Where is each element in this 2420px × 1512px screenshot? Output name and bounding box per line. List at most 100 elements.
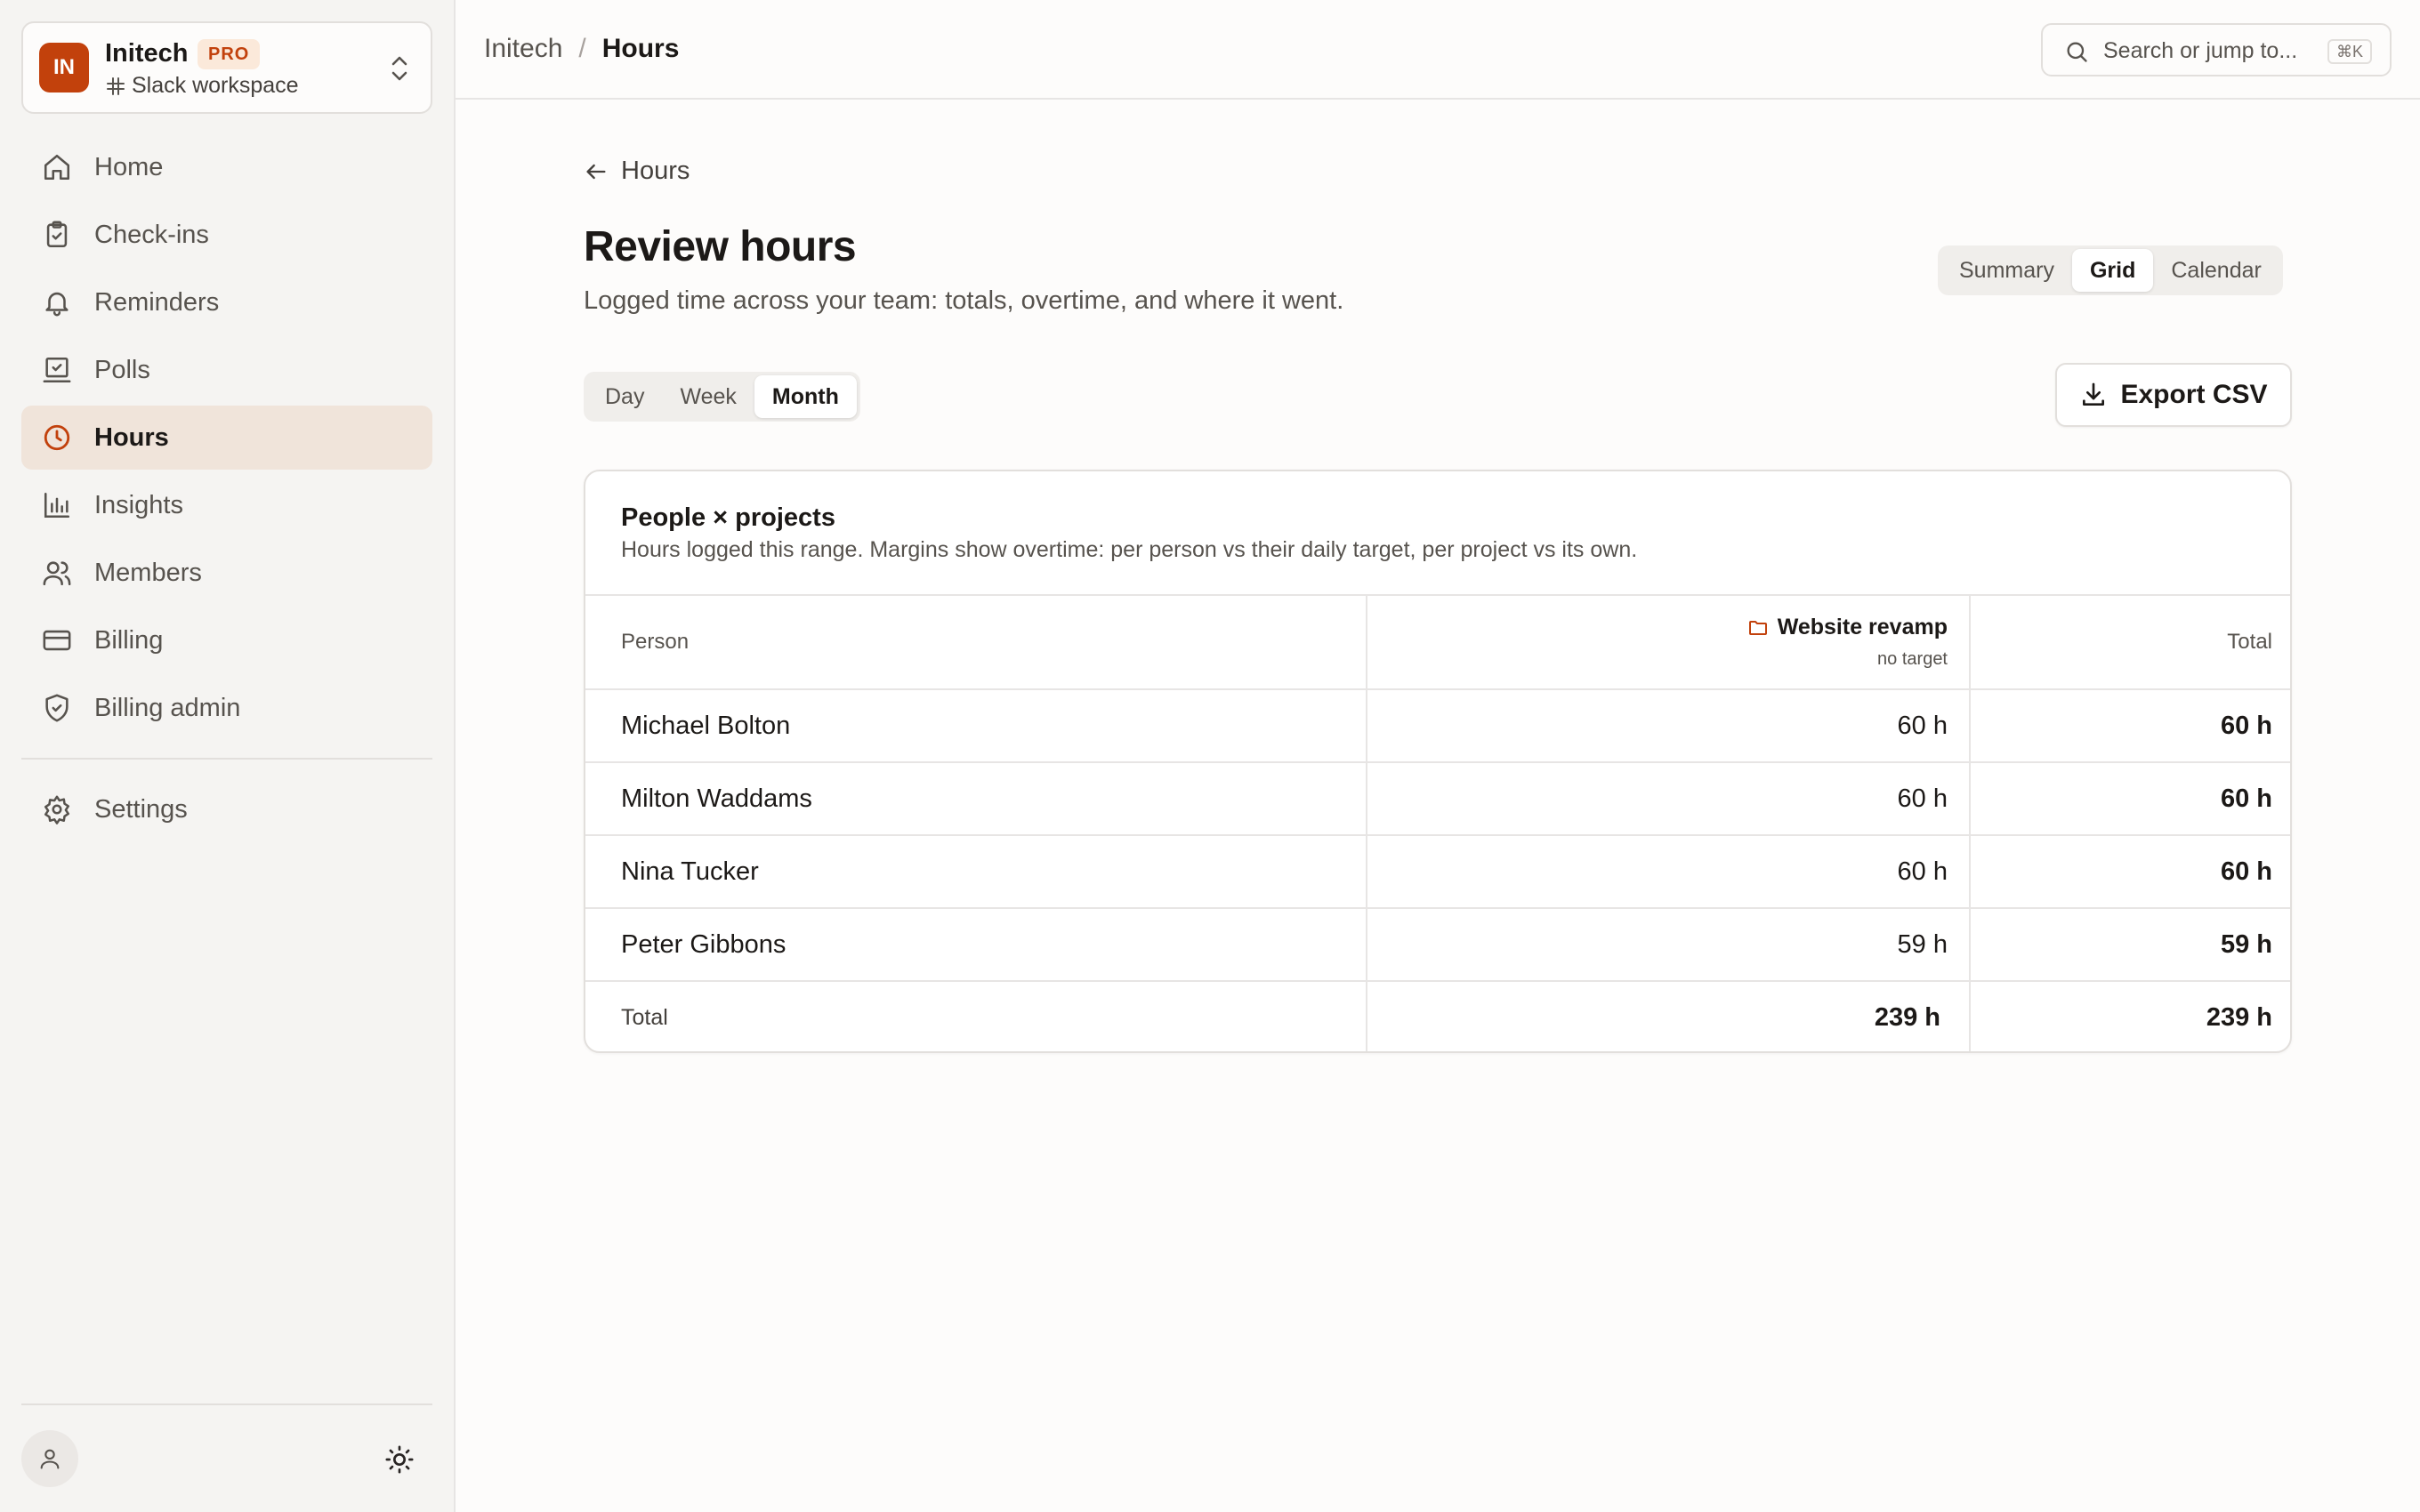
sidebar-item-label: Billing bbox=[94, 625, 164, 655]
column-header-total: Total bbox=[1969, 594, 2290, 689]
hours-grid-table: Person Website revamp no target Total Mi… bbox=[585, 594, 2290, 1051]
person-name: Milton Waddams bbox=[585, 761, 1367, 835]
card-title: People × projects bbox=[621, 503, 835, 532]
topbar: Initech / Hours Search or jump to... ⌘K bbox=[456, 0, 2420, 100]
arrow-left-icon bbox=[584, 159, 609, 184]
back-link[interactable]: Hours bbox=[584, 157, 690, 186]
export-csv-button[interactable]: Export CSV bbox=[2055, 363, 2292, 427]
workspace-name: Initech bbox=[105, 39, 189, 68]
tab-month[interactable]: Month bbox=[754, 375, 857, 418]
slack-icon bbox=[105, 76, 126, 97]
project-total-cell: 239 h bbox=[1366, 980, 1970, 1051]
sidebar-item-label: Insights bbox=[94, 490, 183, 519]
range-switcher: Day Week Month bbox=[584, 372, 860, 422]
bar-chart-icon bbox=[41, 489, 73, 521]
project-name: Website revamp bbox=[1777, 615, 1948, 639]
sidebar-footer-divider bbox=[21, 1403, 432, 1405]
row-total-cell: 60 h bbox=[1969, 688, 2290, 762]
sidebar-item-label: Billing admin bbox=[94, 693, 241, 722]
folder-icon bbox=[1747, 617, 1769, 639]
search-shortcut: ⌘K bbox=[2327, 39, 2372, 64]
sidebar-item-label: Home bbox=[94, 152, 164, 181]
tab-week[interactable]: Week bbox=[662, 375, 754, 418]
sidebar-item-hours[interactable]: Hours bbox=[21, 406, 432, 470]
column-header-project[interactable]: Website revamp no target bbox=[1366, 594, 1970, 689]
sidebar-divider bbox=[21, 758, 432, 760]
breadcrumb-current: Hours bbox=[601, 34, 680, 63]
sidebar-item-label: Polls bbox=[94, 355, 150, 384]
page-subtitle: Logged time across your team: totals, ov… bbox=[584, 286, 1344, 315]
sidebar-item-label: Settings bbox=[94, 794, 188, 824]
poll-icon bbox=[41, 354, 73, 386]
total-row-label: Total bbox=[585, 980, 1367, 1051]
search-icon bbox=[2064, 39, 2089, 64]
row-total-cell: 59 h bbox=[1969, 907, 2290, 981]
sidebar-item-members[interactable]: Members bbox=[21, 541, 432, 605]
sidebar-item-billing-admin[interactable]: Billing admin bbox=[21, 676, 432, 740]
workspace-subtitle: Slack workspace bbox=[132, 73, 299, 98]
table-header-row: Person Website revamp no target Total bbox=[585, 594, 2290, 689]
home-icon bbox=[41, 151, 73, 183]
breadcrumb: Initech / Hours bbox=[484, 34, 679, 64]
sidebar-item-check-ins[interactable]: Check-ins bbox=[21, 203, 432, 267]
back-link-label: Hours bbox=[621, 157, 690, 185]
sidebar-nav: Home Check-ins Reminders Polls Hours Ins… bbox=[21, 135, 432, 744]
sidebar-item-home[interactable]: Home bbox=[21, 135, 432, 199]
search-input[interactable]: Search or jump to... ⌘K bbox=[2041, 23, 2392, 76]
sidebar-item-label: Reminders bbox=[94, 287, 220, 317]
user-icon bbox=[37, 1446, 62, 1471]
tab-calendar[interactable]: Calendar bbox=[2153, 249, 2279, 292]
sun-icon bbox=[384, 1444, 415, 1475]
project-target-note: no target bbox=[1877, 649, 1948, 669]
table-row: Peter Gibbons 59 h 59 h bbox=[585, 907, 2290, 981]
grand-total-cell: 239 h bbox=[1969, 980, 2290, 1051]
page-title: Review hours bbox=[584, 223, 857, 270]
user-menu-button[interactable] bbox=[21, 1430, 78, 1487]
tab-summary[interactable]: Summary bbox=[1941, 249, 2072, 292]
sidebar-item-label: Hours bbox=[94, 422, 169, 452]
tab-grid[interactable]: Grid bbox=[2071, 249, 2154, 292]
clock-icon bbox=[41, 422, 73, 454]
theme-toggle-button[interactable] bbox=[379, 1439, 420, 1480]
breadcrumb-separator: / bbox=[578, 34, 586, 63]
person-name: Michael Bolton bbox=[585, 688, 1367, 762]
workspace-avatar: IN bbox=[39, 43, 89, 92]
table-row: Nina Tucker 60 h 60 h bbox=[585, 834, 2290, 908]
sidebar-item-settings[interactable]: Settings bbox=[21, 777, 432, 841]
table-total-row: Total 239 h 239 h bbox=[585, 980, 2290, 1051]
card-subtitle: Hours logged this range. Margins show ov… bbox=[621, 537, 1638, 562]
tab-day[interactable]: Day bbox=[587, 375, 662, 418]
project-hours-cell: 60 h bbox=[1366, 688, 1970, 762]
sidebar-item-label: Members bbox=[94, 558, 202, 587]
table-row: Milton Waddams 60 h 60 h bbox=[585, 761, 2290, 835]
credit-card-icon bbox=[41, 624, 73, 656]
project-hours-cell: 59 h bbox=[1366, 907, 1970, 981]
breadcrumb-workspace[interactable]: Initech bbox=[484, 34, 562, 64]
sidebar-item-insights[interactable]: Insights bbox=[21, 473, 432, 537]
export-csv-label: Export CSV bbox=[2120, 380, 2268, 409]
table-row: Michael Bolton 60 h 60 h bbox=[585, 688, 2290, 762]
view-switcher: Summary Grid Calendar bbox=[1938, 245, 2283, 295]
chevron-up-down-icon bbox=[388, 53, 411, 84]
gear-icon bbox=[41, 793, 73, 825]
search-placeholder: Search or jump to... bbox=[2103, 38, 2298, 63]
shield-check-icon bbox=[41, 692, 73, 724]
person-name: Nina Tucker bbox=[585, 834, 1367, 908]
sidebar-item-polls[interactable]: Polls bbox=[21, 338, 432, 402]
sidebar-item-label: Check-ins bbox=[94, 220, 209, 249]
person-name: Peter Gibbons bbox=[585, 907, 1367, 981]
users-icon bbox=[41, 557, 73, 589]
download-icon bbox=[2079, 381, 2108, 409]
bell-icon bbox=[41, 286, 73, 318]
row-total-cell: 60 h bbox=[1969, 761, 2290, 835]
people-projects-card: People × projects Hours logged this rang… bbox=[584, 470, 2292, 1053]
sidebar-item-reminders[interactable]: Reminders bbox=[21, 270, 432, 334]
project-hours-cell: 60 h bbox=[1366, 761, 1970, 835]
column-header-person: Person bbox=[585, 594, 1367, 689]
workspace-switcher[interactable]: IN Initech PRO Slack workspace bbox=[21, 21, 432, 114]
row-total-cell: 60 h bbox=[1969, 834, 2290, 908]
clipboard-check-icon bbox=[41, 219, 73, 251]
sidebar-item-billing[interactable]: Billing bbox=[21, 608, 432, 672]
project-hours-cell: 60 h bbox=[1366, 834, 1970, 908]
plan-badge: PRO bbox=[198, 39, 261, 69]
